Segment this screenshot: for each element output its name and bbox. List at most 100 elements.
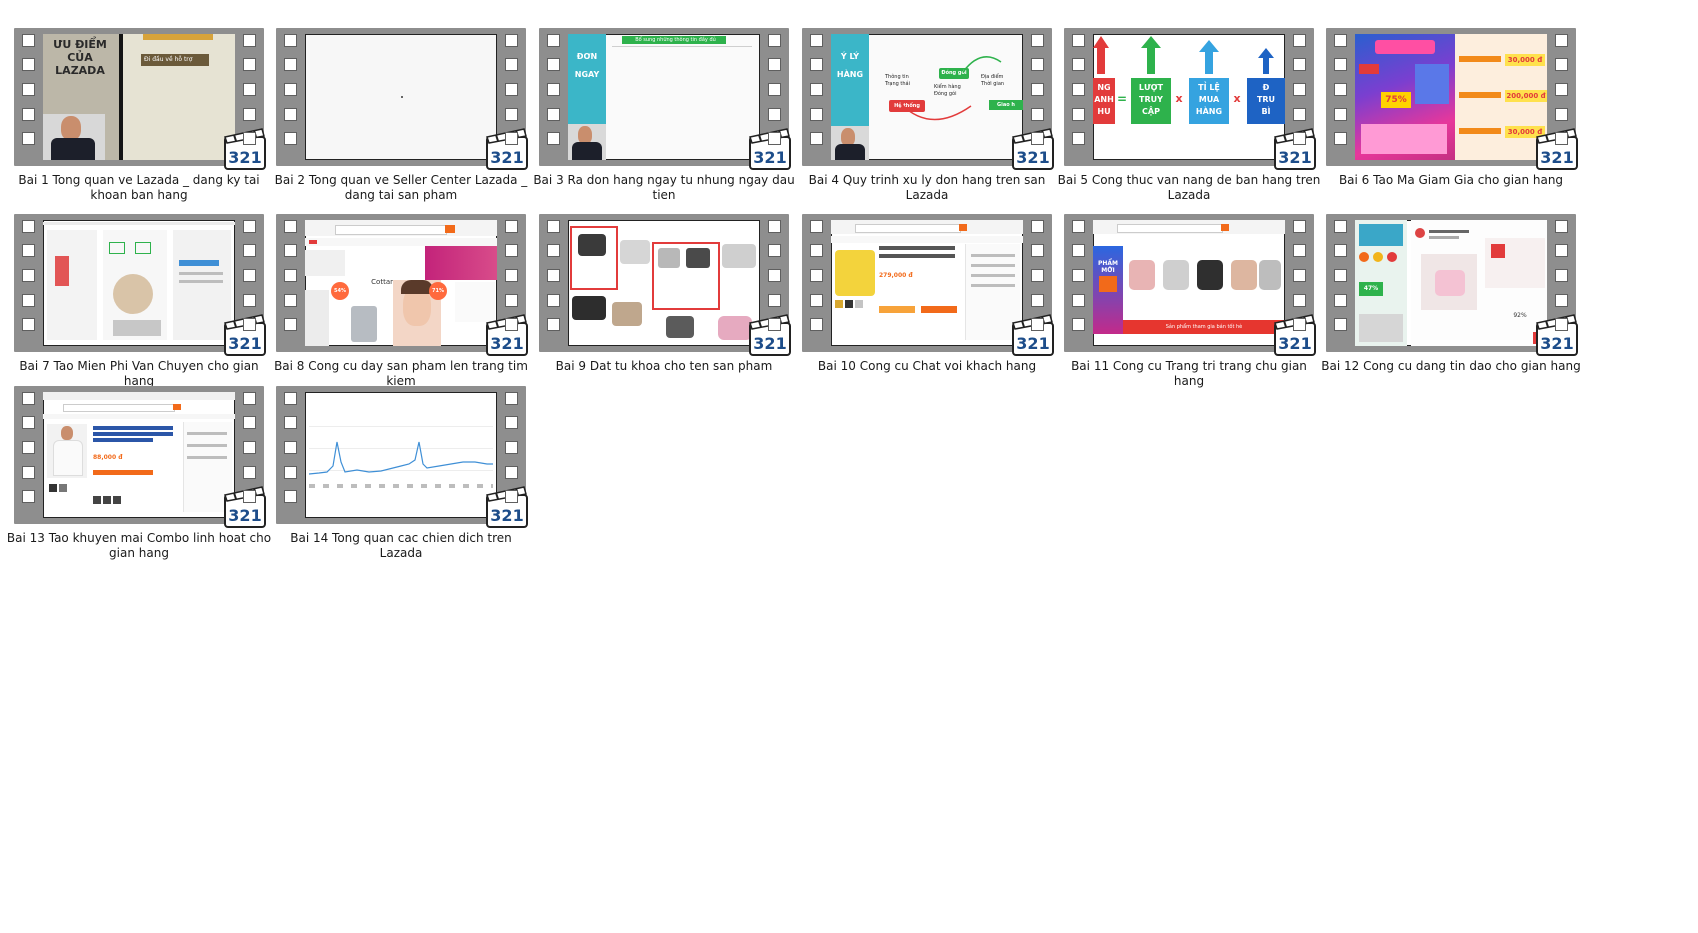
file-item[interactable]: 47% 92% 321 Bai 12 Cong cu dang tin dao … [1316,214,1586,374]
film-sprocket-hole [810,83,823,96]
file-name: Bai 12 Cong cu dang tin dao cho gian han… [1321,359,1581,373]
film-sprocket-hole [505,294,518,307]
file-item[interactable]: Ý LÝ HÀNG Thông tin Trạng thái Đóng gói … [792,28,1062,203]
film-sprocket-hole [1031,83,1044,96]
film-sprocket-hole [284,34,297,47]
video-thumbnail[interactable]: 279,000 đ 321 [802,214,1054,356]
file-item[interactable]: Cottana 54% 71% 321 Bai 8 Cong cu day sa… [266,214,536,389]
film-sprocket-hole [284,416,297,429]
video-thumbnail[interactable]: PHẨM MỚI Sản phẩm tham gia bán tốt hè 32… [1064,214,1316,356]
badge-text: 321 [1278,334,1311,353]
film-sprocket-hole [1031,294,1044,307]
film-sprocket-hole [768,318,781,331]
file-item[interactable]: 321 Bai 9 Dat tu khoa cho ten san pham [529,214,799,374]
file-name: Bai 14 Tong quan cac chien dich tren Laz… [290,531,512,560]
film-sprocket-hole [768,58,781,71]
file-item[interactable]: 88,000 đ 321 Bai 13 Tao khuyen mai Combo… [4,386,274,561]
film-sprocket-hole [1293,318,1306,331]
video-thumbnail[interactable]: ƯU ĐIỂM CỦA LAZADA Đi đầu về hỗ trợ 321 [14,28,266,170]
film-sprocket-hole [1334,132,1347,145]
file-name: Bai 13 Tao khuyen mai Combo linh hoat ch… [6,531,272,560]
film-sprocket-hole [1334,220,1347,233]
video-thumbnail[interactable]: 321 [14,214,266,356]
film-sprocket-hole [547,220,560,233]
film-sprocket-hole [243,392,256,405]
video-frame [43,220,235,346]
file-item[interactable]: PHẨM MỚI Sản phẩm tham gia bán tốt hè 32… [1054,214,1324,389]
film-sprocket-hole [547,34,560,47]
file-item[interactable]: ƯU ĐIỂM CỦA LAZADA Đi đầu về hỗ trợ 321 … [4,28,274,203]
film-sprocket-hole [768,294,781,307]
slide-title: ƯU ĐIỂM CỦA LAZADA [53,38,107,77]
formula-term-3: TỈ LỆ MUA HÀNG [1189,78,1229,124]
film-sprocket-hole [22,83,35,96]
discount-badge-2: 71% [429,282,447,300]
film-sprocket-hole [22,132,35,145]
film-sprocket-hole [768,244,781,257]
slide-box: Đi đầu về hỗ trợ [141,54,209,66]
film-sprocket-hole [284,108,297,121]
file-name: Bai 9 Dat tu khoa cho ten san pham [555,359,773,373]
film-sprocket-hole [505,58,518,71]
film-sprocket-hole [1555,34,1568,47]
film-sprocket-hole [1555,58,1568,71]
video-frame: 47% 92% [1355,220,1547,346]
film-sprocket-hole [505,269,518,282]
video-thumbnail[interactable]: Cottana 54% 71% 321 [276,214,528,356]
video-frame [305,392,497,518]
video-thumbnail[interactable]: 321 [276,28,528,170]
video-thumbnail[interactable]: 321 [276,386,528,528]
film-sprocket-hole [22,34,35,47]
promo-text: PHẨM MỚI [1097,260,1119,274]
formula-term-2: LƯỢT TRUY CẬP [1131,78,1171,124]
file-item[interactable]: ĐƠN NGAY Bổ sung những thông tin đầy đủ … [529,28,799,203]
video-thumbnail[interactable]: ĐƠN NGAY Bổ sung những thông tin đầy đủ … [539,28,791,170]
file-item[interactable]: 75% 30,000 đ 200,000 đ 30,000 đ 321 Bai … [1316,28,1586,188]
film-sprocket-hole [284,269,297,282]
film-sprocket-hole [505,490,518,503]
product-price: 88,000 đ [93,454,123,461]
product-price: 279,000 đ [879,272,913,279]
formula-equals: = [1117,92,1128,106]
film-sprocket-hole [1072,83,1085,96]
film-sprocket-hole [243,416,256,429]
film-sprocket-hole [1072,318,1085,331]
film-sprocket-hole [505,441,518,454]
discount-badge-1: 54% [331,282,349,300]
film-sprocket-hole [1555,269,1568,282]
video-thumbnail[interactable]: 321 [539,214,791,356]
film-sprocket-hole [505,416,518,429]
film-sprocket-hole [1555,220,1568,233]
film-sprocket-hole [1334,244,1347,257]
file-item[interactable]: NG ANH HU = LƯỢT TRUY CẬP x TỈ LỆ MUA HÀ… [1054,28,1324,203]
file-item[interactable]: 321 Bai 7 Tao Mien Phi Van Chuyen cho gi… [4,214,274,389]
film-sprocket-hole [243,294,256,307]
file-name: Bai 4 Quy trinh xu ly don hang tren san … [808,173,1046,202]
film-sprocket-hole [547,294,560,307]
video-frame: NG ANH HU = LƯỢT TRUY CẬP x TỈ LỆ MUA HÀ… [1093,34,1285,160]
video-thumbnail[interactable]: NG ANH HU = LƯỢT TRUY CẬP x TỈ LỆ MUA HÀ… [1064,28,1316,170]
film-sprocket-hole [810,269,823,282]
film-sprocket-hole [284,83,297,96]
film-sprocket-hole [243,466,256,479]
file-item[interactable]: 321 Bai 14 Tong quan cac chien dich tren… [266,386,536,561]
badge-text: 321 [1016,334,1049,353]
film-sprocket-hole [22,318,35,331]
video-frame [305,34,497,160]
formula-times-2: x [1233,92,1241,105]
film-sprocket-hole [22,294,35,307]
video-thumbnail[interactable]: 75% 30,000 đ 200,000 đ 30,000 đ 321 [1326,28,1578,170]
video-thumbnail[interactable]: Ý LÝ HÀNG Thông tin Trạng thái Đóng gói … [802,28,1054,170]
film-sprocket-hole [1031,269,1044,282]
file-item[interactable]: 321 Bai 2 Tong quan ve Seller Center Laz… [266,28,536,203]
video-thumbnail[interactable]: 88,000 đ 321 [14,386,266,528]
video-thumbnail[interactable]: 47% 92% 321 [1326,214,1578,356]
film-sprocket-hole [810,132,823,145]
film-sprocket-hole [768,108,781,121]
file-name: Bai 3 Ra don hang ngay tu nhung ngay dau… [533,173,795,202]
file-item[interactable]: 279,000 đ 321 Bai 10 Cong cu Chat voi kh… [792,214,1062,374]
video-frame: 75% 30,000 đ 200,000 đ 30,000 đ [1355,34,1547,160]
film-sprocket-hole [1555,108,1568,121]
film-sprocket-hole [1555,132,1568,145]
film-sprocket-hole [505,220,518,233]
